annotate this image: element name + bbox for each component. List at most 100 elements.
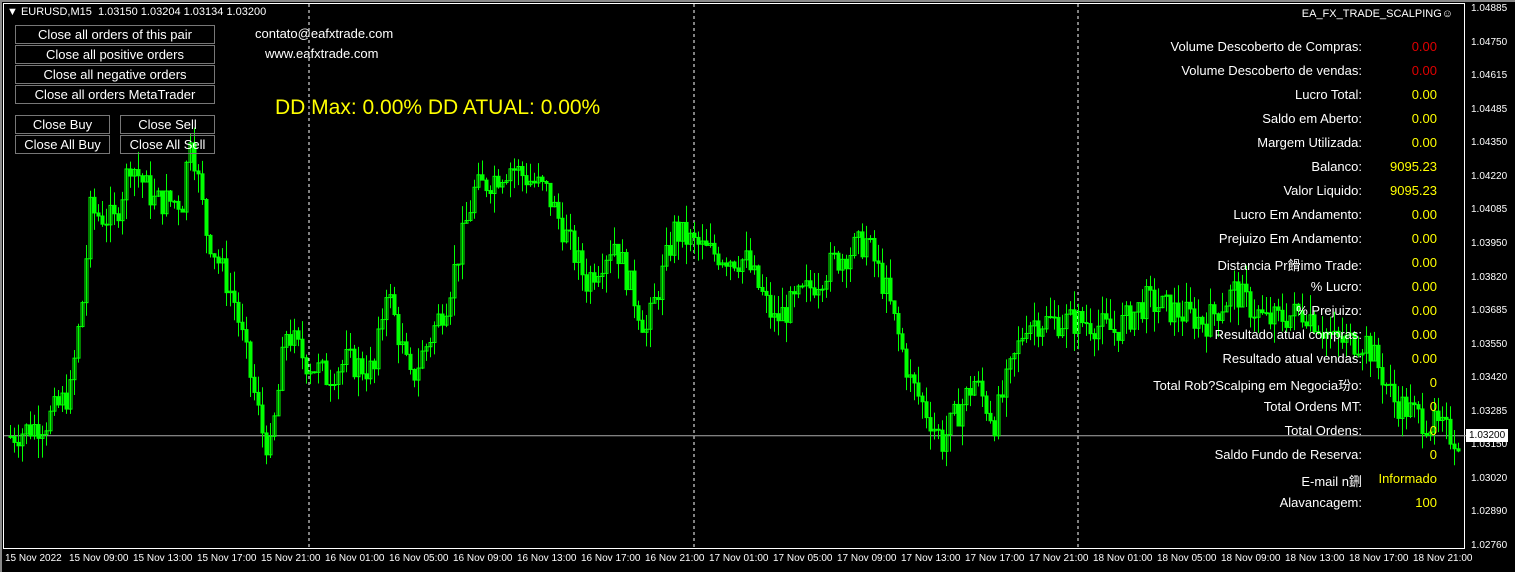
stat-label: Volume Descoberto de Compras:: [1170, 39, 1362, 54]
price-tick: 1.03950: [1471, 237, 1508, 249]
candle-body: [1280, 309, 1285, 322]
candle-body: [116, 213, 121, 222]
candle-body: [112, 204, 117, 215]
candle-body: [1404, 396, 1409, 417]
candle-body: [1248, 291, 1253, 318]
stat-value: 0.00: [1411, 255, 1437, 270]
candle-body: [1420, 408, 1425, 435]
price-tick: 1.04350: [1471, 137, 1508, 149]
candle-body: [332, 383, 337, 386]
candle-body: [224, 258, 229, 294]
candle-body: [976, 380, 981, 383]
candle-body: [624, 252, 629, 291]
candle-body: [360, 358, 365, 375]
chart-plot-area[interactable]: [3, 3, 1466, 550]
candle-body: [1036, 320, 1041, 337]
candle-body: [1396, 401, 1401, 419]
close-all-metatrader-button[interactable]: Close all orders MetaTrader: [15, 85, 215, 104]
candle-body: [1200, 316, 1205, 325]
price-tick: 1.03820: [1471, 271, 1508, 283]
close-negative-orders-button[interactable]: Close all negative orders: [15, 65, 215, 84]
candle-body: [1244, 283, 1249, 293]
candle-body: [56, 396, 61, 406]
candle-body: [1412, 402, 1417, 406]
candle-body: [532, 180, 537, 184]
candle-body: [100, 215, 105, 225]
close-all-buy-button[interactable]: Close All Buy: [15, 135, 110, 154]
price-tick: 1.02890: [1471, 506, 1508, 518]
close-positive-orders-button[interactable]: Close all positive orders: [15, 45, 215, 64]
stat-label: % Prejuizo:: [1296, 303, 1362, 318]
candle-body: [1084, 322, 1089, 325]
close-all-sell-button[interactable]: Close All Sell: [120, 135, 215, 154]
candle-body: [1216, 313, 1221, 321]
candle-body: [412, 368, 417, 381]
dropdown-triangle-icon[interactable]: ▼: [7, 6, 18, 18]
candle-body: [304, 357, 309, 375]
candle-body: [1452, 443, 1457, 450]
candle-body: [1104, 313, 1109, 320]
candle-body: [1424, 433, 1429, 436]
price-tick: 1.04485: [1471, 103, 1508, 115]
drawdown-text: DD Max: 0.00% DD ATUAL: 0.00%: [275, 96, 601, 119]
candle-body: [696, 236, 701, 245]
candle-body: [1276, 306, 1281, 311]
price-tick: 1.04885: [1471, 3, 1508, 14]
candle-body: [1416, 404, 1421, 410]
candle-body: [244, 329, 249, 343]
time-tick: 17 Nov 21:00: [1029, 553, 1089, 564]
candle-body: [868, 237, 873, 240]
candle-body: [736, 267, 741, 272]
close-sell-button[interactable]: Close Sell: [120, 115, 215, 134]
candle-body: [1056, 316, 1061, 337]
candle-body: [12, 436, 17, 443]
candle-body: [1152, 289, 1157, 313]
candle-body: [896, 313, 901, 335]
stat-value: 0: [1429, 423, 1437, 438]
candle-body: [844, 258, 849, 270]
candle-body: [924, 401, 929, 419]
contact-email: contato@eafxtrade.com: [255, 26, 394, 41]
time-tick: 17 Nov 09:00: [837, 553, 897, 564]
candle-body: [1116, 331, 1121, 341]
price-tick: 1.02760: [1471, 540, 1508, 551]
candle-body: [520, 166, 525, 177]
candle-body: [488, 190, 493, 195]
candle-body: [640, 319, 645, 333]
close-buy-button[interactable]: Close Buy: [15, 115, 110, 134]
candle-body: [364, 373, 369, 380]
time-tick: 15 Nov 2022: [5, 553, 62, 564]
symbol-header: ▼ EURUSD,M15 1.03150 1.03204 1.03134 1.0…: [7, 6, 266, 18]
candle-body: [784, 307, 789, 323]
candle-body: [732, 261, 737, 269]
candle-body: [760, 286, 765, 292]
candle-body: [800, 285, 805, 288]
stat-value: Informado: [1378, 471, 1437, 486]
candle-body: [560, 217, 565, 243]
candle-body: [1088, 323, 1093, 335]
candle-body: [556, 201, 561, 219]
close-pair-orders-button[interactable]: Close all orders of this pair: [15, 25, 215, 44]
candle-body: [232, 290, 237, 303]
candle-body: [396, 314, 401, 346]
candle-body: [540, 176, 545, 182]
candle-body: [860, 231, 865, 258]
time-tick: 16 Nov 13:00: [517, 553, 577, 564]
candle-body: [1444, 416, 1449, 420]
candle-body: [668, 245, 673, 256]
price-tick: 1.04750: [1471, 36, 1508, 48]
stat-label: Saldo em Aberto:: [1262, 111, 1362, 126]
candle-body: [248, 341, 253, 378]
candle-body: [240, 321, 245, 331]
candle-body: [1448, 418, 1453, 445]
candle-body: [768, 294, 773, 318]
stat-label: % Lucro:: [1310, 279, 1362, 294]
time-tick: 16 Nov 17:00: [581, 553, 641, 564]
candle-body: [928, 417, 933, 432]
candle-body: [912, 374, 917, 384]
candle-body: [692, 232, 697, 238]
candle-body: [980, 380, 985, 397]
candle-body: [1168, 294, 1173, 323]
candle-body: [756, 265, 761, 288]
candle-body: [572, 230, 577, 263]
